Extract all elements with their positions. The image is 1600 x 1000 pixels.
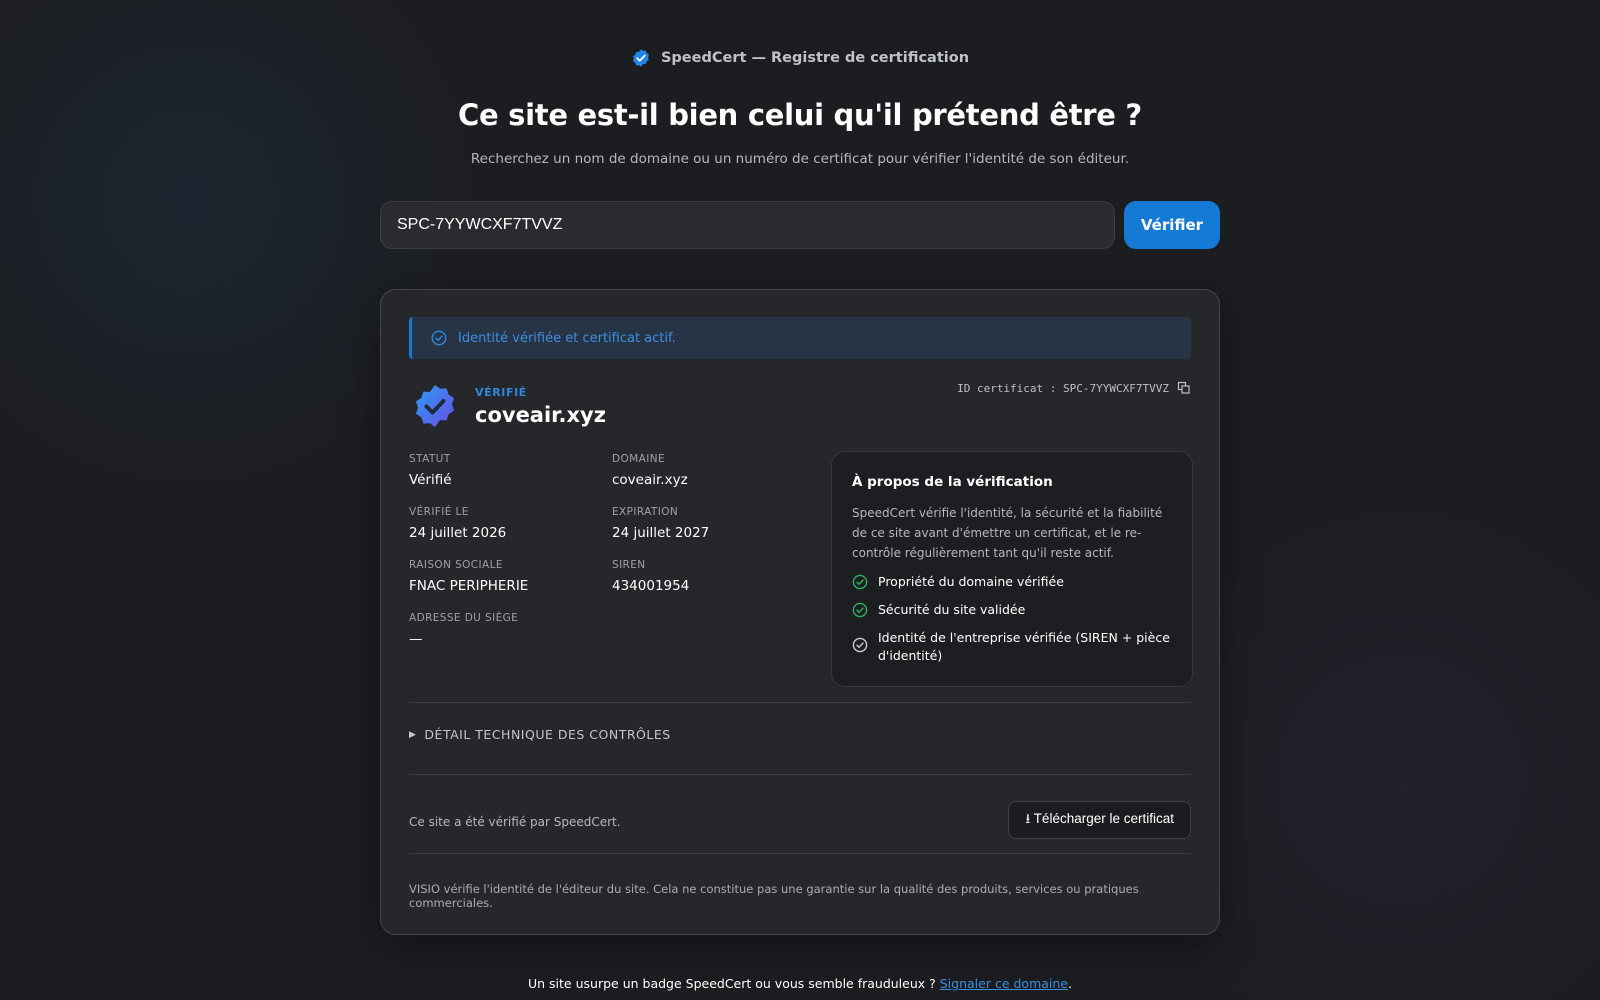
check-item-label: Propriété du domaine vérifiée <box>878 574 1064 589</box>
copy-icon[interactable] <box>1177 381 1191 395</box>
field-label: DOMAINE <box>612 453 665 465</box>
field-statut: STATUT Vérifié <box>409 453 609 488</box>
check-item: Identité de l'entreprise vérifiée (SIREN… <box>852 629 1172 665</box>
search-bar: Vérifier <box>380 201 1220 249</box>
about-title: À propos de la vérification <box>852 474 1053 490</box>
field-value: — <box>409 631 423 647</box>
site-header: VÉRIFIÉ coveair.xyz <box>411 382 606 430</box>
triangle-right-icon: ▶ <box>409 729 417 740</box>
about-text: SpeedCert vérifie l'identité, la sécurit… <box>852 506 1163 560</box>
footer-end: . <box>1068 976 1072 991</box>
check-item: Propriété du domaine vérifiée <box>852 573 1172 591</box>
check-item-label: Sécurité du site validée <box>878 602 1026 617</box>
divider <box>409 702 1191 703</box>
domain-title: coveair.xyz <box>475 402 606 427</box>
field-domaine: DOMAINE coveair.xyz <box>612 453 812 488</box>
field-siren: SIREN 434001954 <box>612 559 812 594</box>
brand-header: SpeedCert — Registre de certification <box>0 48 1600 68</box>
footer-text: Un site usurpe un badge SpeedCert ou vou… <box>528 976 940 991</box>
verify-button[interactable]: Vérifier <box>1124 201 1220 249</box>
field-label: ADRESSE DU SIÈGE <box>409 612 519 624</box>
report-footer: Un site usurpe un badge SpeedCert ou vou… <box>0 976 1600 991</box>
status-banner-text: Identité vérifiée et certificat actif. <box>458 330 676 346</box>
field-value: 24 juillet 2027 <box>612 525 710 541</box>
verified-seal-icon <box>416 385 454 427</box>
report-domain-link[interactable]: Signaler ce domaine <box>940 976 1068 991</box>
check-circle-icon <box>852 602 868 618</box>
verified-status-label: VÉRIFIÉ <box>475 385 527 399</box>
result-card: Identité vérifiée et certificat actif. V… <box>380 289 1220 935</box>
divider <box>409 853 1191 854</box>
divider <box>409 774 1191 775</box>
certificate-id: ID certificat : SPC-7YYWCXF7TVVZ <box>957 381 1191 395</box>
verified-badge-icon <box>633 49 649 67</box>
field-expiration: EXPIRATION 24 juillet 2027 <box>612 506 812 541</box>
field-label: EXPIRATION <box>612 506 679 518</box>
page-subtitle: Recherchez un nom de domaine ou un numér… <box>470 151 1130 167</box>
brand-name: SpeedCert — Registre de certification <box>660 50 970 66</box>
field-label: RAISON SOCIALE <box>409 559 503 571</box>
check-item: Sécurité du site validée <box>852 601 1172 619</box>
field-value: FNAC PERIPHERIE <box>409 578 529 594</box>
search-input[interactable] <box>380 201 1115 249</box>
disclaimer-text: VISIO vérifie l'identité de l'éditeur du… <box>409 882 1139 910</box>
tech-details-toggle[interactable]: ▶ DÉTAIL TECHNIQUE DES CONTRÔLES <box>409 727 671 742</box>
field-label: SIREN <box>612 559 646 571</box>
status-banner: Identité vérifiée et certificat actif. <box>409 317 1191 359</box>
field-value: 434001954 <box>612 578 690 594</box>
field-value: 24 juillet 2026 <box>409 525 507 541</box>
field-raison-sociale: RAISON SOCIALE FNAC PERIPHERIE <box>409 559 609 594</box>
check-circle-icon <box>852 574 868 590</box>
field-verifie-le: VÉRIFIÉ LE 24 juillet 2026 <box>409 506 609 541</box>
field-value: coveair.xyz <box>612 472 688 488</box>
field-label: VÉRIFIÉ LE <box>409 506 469 518</box>
download-certificate-button[interactable]: ⭳ Télécharger le certificat <box>1008 801 1191 839</box>
page-title: Ce site est-il bien celui qu'il prétend … <box>458 98 1142 132</box>
check-item-label: Identité de l'entreprise vérifiée (SIREN… <box>878 630 1170 663</box>
about-verification-panel: À propos de la vérification SpeedCert vé… <box>831 451 1193 687</box>
checks-list: Propriété du domaine vérifiée Sécurité d… <box>852 573 1172 665</box>
tech-details-label: DÉTAIL TECHNIQUE DES CONTRÔLES <box>424 727 671 742</box>
certificate-id-text: ID certificat : SPC-7YYWCXF7TVVZ <box>957 381 1169 395</box>
check-circle-icon <box>852 637 868 653</box>
field-label: STATUT <box>409 453 451 465</box>
check-circle-icon <box>431 330 447 346</box>
field-adresse: ADRESSE DU SIÈGE — <box>409 612 609 647</box>
field-value: Vérifié <box>409 472 452 488</box>
verified-by-text: Ce site a été vérifié par SpeedCert. <box>409 815 621 829</box>
